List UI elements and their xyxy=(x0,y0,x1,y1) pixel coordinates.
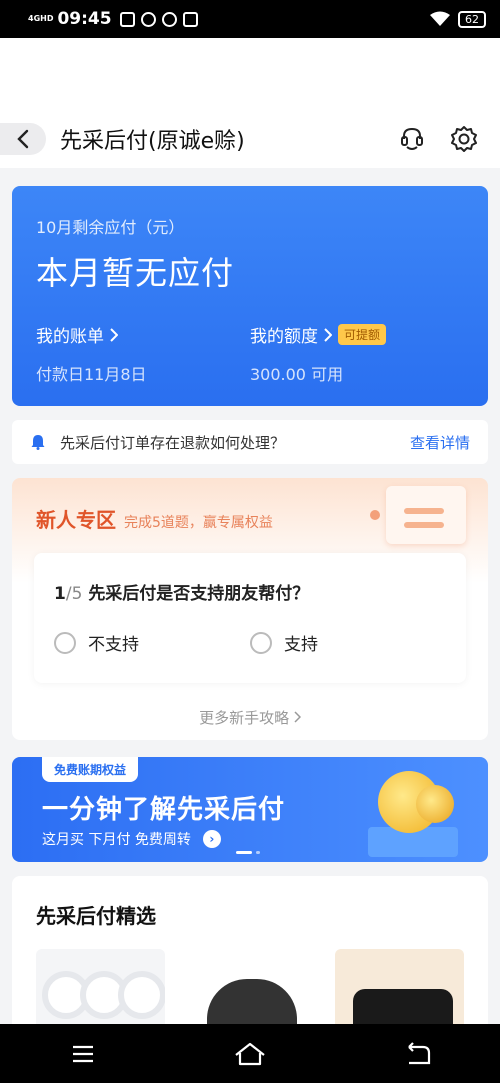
promo-banner[interactable]: 免费账期权益 一分钟了解先采后付 这月买 下月付 免费周转 › xyxy=(12,757,488,862)
network-indicator: 4GHD xyxy=(28,14,54,23)
app-header: 先采后付(原诚e赊) xyxy=(0,110,500,168)
more-guides-link[interactable]: 更多新手攻略 xyxy=(12,707,488,728)
more-guides-label: 更多新手攻略 xyxy=(199,709,290,727)
carousel-indicator xyxy=(236,851,260,854)
gear-icon[interactable] xyxy=(450,125,478,153)
system-nav-bar xyxy=(0,1024,500,1083)
bill-amount: 本月暂无应付 xyxy=(36,254,235,292)
product-image xyxy=(118,971,166,1019)
my-bill-link[interactable]: 我的账单 xyxy=(36,322,250,347)
telegram-icon xyxy=(182,11,198,27)
view-details-link[interactable]: 查看详情 xyxy=(410,432,470,453)
document-illustration xyxy=(386,486,466,544)
clock: 09:45 xyxy=(57,9,112,29)
battery-indicator: 62 xyxy=(458,10,486,28)
product-card-hat[interactable] xyxy=(185,949,315,1036)
option-no[interactable]: 不支持 xyxy=(54,630,250,655)
my-bill-label: 我的账单 xyxy=(36,327,104,347)
banner-headline: 一分钟了解先采后付 xyxy=(42,795,286,825)
newbie-subtitle: 完成5道题，赢专属权益 xyxy=(124,515,273,531)
my-limit-label: 我的额度 xyxy=(250,327,318,347)
chevron-left-icon xyxy=(17,129,29,149)
back-icon[interactable] xyxy=(397,1039,437,1069)
option-label: 支持 xyxy=(284,635,318,655)
product-card-paper-rolls[interactable] xyxy=(36,949,166,1036)
notice-text: 先采后付订单存在退款如何处理？ xyxy=(60,433,286,452)
banner-subtext: 这月买 下月付 免费周转 xyxy=(42,832,191,848)
bell-icon xyxy=(31,435,45,450)
quiz-card: 1/5 先采后付是否支持朋友帮付？ 不支持 支持 xyxy=(34,553,466,683)
newbie-zone-card: 新人专区 完成5道题，赢专属权益 1/5 先采后付是否支持朋友帮付？ 不支持 支… xyxy=(12,478,488,740)
option-yes[interactable]: 支持 xyxy=(250,630,446,655)
yen-coin-icon xyxy=(416,785,454,823)
pay-day: 付款日11月8日 xyxy=(36,365,147,384)
refund-notice[interactable]: 先采后付订单存在退款如何处理？ 查看详情 xyxy=(12,420,488,464)
radio-button[interactable] xyxy=(250,631,272,654)
radio-button[interactable] xyxy=(54,631,76,654)
home-icon[interactable] xyxy=(230,1039,270,1069)
question-total: /5 xyxy=(65,584,83,604)
product-card-bag[interactable] xyxy=(334,949,464,1036)
newbie-title: 新人专区 xyxy=(36,508,116,532)
available-limit: 300.00 可用 xyxy=(250,365,344,384)
menu-icon[interactable] xyxy=(63,1039,103,1069)
chevron-right-icon xyxy=(324,327,332,342)
my-limit-link[interactable]: 我的额度 可提额 xyxy=(250,322,464,347)
decor-dot xyxy=(370,510,380,520)
page-dot-active xyxy=(236,851,252,854)
chevron-right-icon xyxy=(294,711,301,723)
chevron-right-icon xyxy=(110,327,118,342)
notification-icon xyxy=(119,11,135,27)
question-index: 1 xyxy=(54,584,66,604)
question-text: 先采后付是否支持朋友帮付？ xyxy=(88,584,310,604)
page-dot xyxy=(256,851,260,854)
page-title: 先采后付(原诚e赊) xyxy=(60,129,245,154)
bill-card: 10月剩余应付（元） 本月暂无应付 我的账单 付款日11月8日 我的额度 可提额… xyxy=(12,186,488,406)
customer-service-icon[interactable] xyxy=(398,125,426,153)
section-title: 先采后付精选 xyxy=(36,904,156,928)
quiz-question: 1/5 先采后付是否支持朋友帮付？ xyxy=(54,579,446,604)
arrow-right-icon[interactable]: › xyxy=(202,830,221,848)
featured-products: 先采后付精选 xyxy=(12,876,488,1036)
status-bar: 4GHD 09:45 62 xyxy=(0,0,500,38)
raise-limit-tag[interactable]: 可提额 xyxy=(338,324,387,345)
option-label: 不支持 xyxy=(88,635,139,655)
banner-tag: 免费账期权益 xyxy=(42,757,139,782)
chat-icon xyxy=(140,11,156,27)
bill-period-label: 10月剩余应付（元） xyxy=(36,218,185,237)
back-button[interactable] xyxy=(0,123,46,155)
app-icon xyxy=(161,11,177,27)
wifi-icon xyxy=(430,11,450,26)
